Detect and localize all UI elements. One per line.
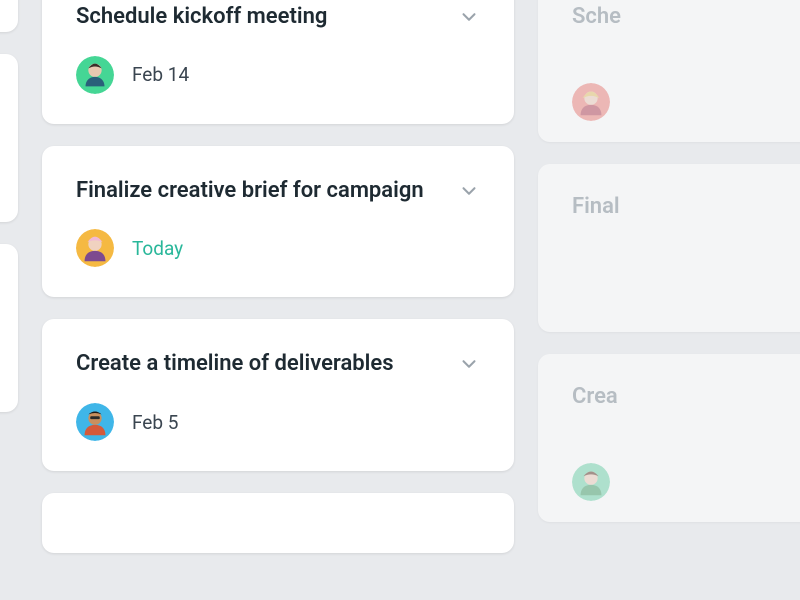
chevron-down-icon[interactable] (458, 180, 480, 202)
assignee-avatar[interactable] (76, 56, 114, 94)
task-title: Finalize creative brief for campaign (76, 176, 458, 206)
task-card[interactable]: Schedule kickoff meeting Feb 14 (42, 0, 514, 124)
assignee-avatar[interactable] (76, 229, 114, 267)
task-date: Today (132, 237, 183, 260)
task-title: Schedule kickoff meeting (76, 2, 458, 32)
task-date: Feb 5 (132, 411, 178, 434)
task-title: Final (572, 194, 800, 219)
assignee-avatar[interactable] (572, 83, 610, 121)
task-card-partial[interactable]: Crea (538, 354, 800, 522)
task-card-partial[interactable] (0, 244, 18, 412)
task-card-partial[interactable] (0, 54, 18, 222)
chevron-down-icon[interactable] (458, 353, 480, 375)
task-title: Crea (572, 384, 800, 409)
assignee-avatar[interactable] (76, 403, 114, 441)
assignee-avatar[interactable] (572, 463, 610, 501)
task-card-partial[interactable]: Final (538, 164, 800, 332)
task-card[interactable]: Create a timeline of deliverables Feb 5 (42, 319, 514, 471)
task-card-partial[interactable]: Sche (538, 0, 800, 142)
task-title: Create a timeline of deliverables (76, 349, 458, 379)
task-date: Feb 14 (132, 63, 189, 86)
task-title: Sche (572, 4, 800, 29)
chevron-down-icon[interactable] (458, 6, 480, 28)
task-card[interactable]: Finalize creative brief for campaign Tod… (42, 146, 514, 298)
task-card-partial[interactable] (42, 493, 514, 553)
task-card-partial[interactable] (0, 0, 18, 32)
